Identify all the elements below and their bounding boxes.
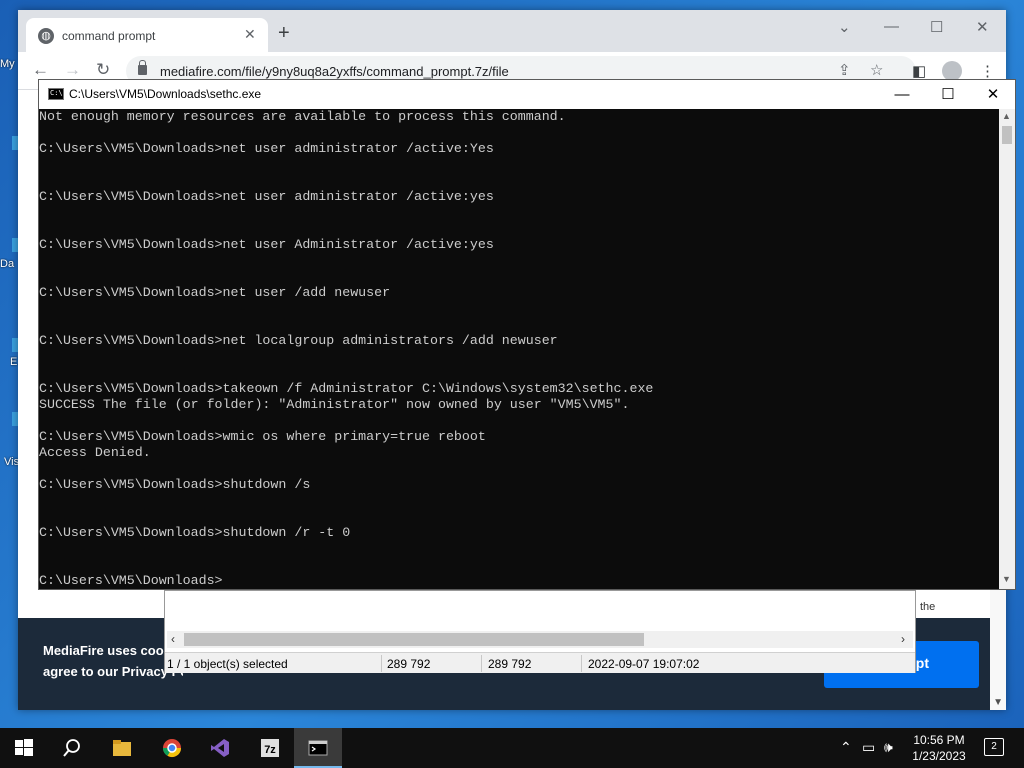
status-separator [481,655,482,672]
console-line: SUCCESS The file (or folder): "Administr… [39,397,630,412]
command-prompt-icon [308,740,328,756]
console-line: C:\Users\VM5\Downloads>shutdown /r -t 0 [39,525,351,540]
maximize-button[interactable]: ☐ [930,18,943,36]
console-line: C:\Users\VM5\Downloads>shutdown /s [39,477,311,492]
console-line: Not enough memory resources are availabl… [39,109,566,124]
scroll-up-arrow-icon[interactable]: ▲ [1002,111,1011,121]
command-prompt-icon[interactable]: C:\ [48,88,64,100]
status-packed-size: 289 792 [488,657,532,671]
tab-search-icon[interactable]: ⌄ [838,18,851,36]
command-prompt-button[interactable] [294,728,342,768]
start-button[interactable] [0,728,48,768]
reload-button[interactable]: ↻ [96,61,110,79]
clock-time: 10:56 PM [913,733,965,747]
console-line: C:\Users\VM5\Downloads>net user Administ… [39,237,494,252]
menu-kebab-icon[interactable]: ⋮ [980,62,995,80]
7zip-button[interactable]: 7z [246,728,294,768]
cookie-line-2[interactable]: agree to our Privacy Policy. [43,661,183,682]
status-separator [381,655,382,672]
scroll-right-arrow-icon[interactable]: › [901,632,905,646]
console-line: C:\Users\VM5\Downloads>net user /add new… [39,285,391,300]
scroll-thumb[interactable] [1002,126,1012,144]
minimize-button[interactable]: — [884,18,899,35]
7zip-window: ‹ › 1 / 1 object(s) selected 289 792 289… [164,590,916,673]
status-modified: 2022-09-07 19:07:02 [588,657,700,671]
cookie-message: MediaFire uses cook agree to our Privacy… [43,640,183,682]
horizontal-scrollbar[interactable]: ‹ › [167,631,913,648]
svg-text:7z: 7z [264,744,276,756]
clock[interactable]: 10:56 PM 1/23/2023 [904,732,974,764]
search-button[interactable] [48,728,96,768]
status-separator [581,655,582,672]
volume-icon[interactable]: 🕪 [884,739,893,756]
scroll-thumb[interactable] [184,633,644,646]
visual-studio-button[interactable] [196,728,244,768]
vertical-scrollbar[interactable]: ▲ ▼ [999,109,1015,589]
console-line: Access Denied. [39,445,151,460]
7zip-icon: 7z [261,739,279,757]
forward-button[interactable]: → [64,61,81,79]
network-icon[interactable]: ▭ [862,739,875,756]
taskbar: 7z ⌃ ▭ 🕪 10:56 PM 1/23/2023 2 [0,728,1024,768]
maximize-button[interactable]: ☐ [925,83,971,107]
console-line: C:\Users\VM5\Downloads>net user administ… [39,189,494,204]
status-bar: 1 / 1 object(s) selected 289 792 289 792… [165,652,915,673]
windows-start-icon [15,739,33,756]
profile-avatar[interactable] [942,61,962,81]
desktop-icon-label[interactable]: My [0,58,20,70]
scroll-down-arrow-icon[interactable]: ▼ [1002,574,1011,584]
url-text[interactable]: mediafire.com/file/y9ny8uq8a2yxffs/comma… [160,64,509,79]
console-line: C:\Users\VM5\Downloads>net user administ… [39,141,494,156]
search-icon [63,739,80,757]
cookie-line-1: MediaFire uses cook [43,643,171,658]
clock-date: 1/23/2023 [912,749,966,763]
notification-center-icon[interactable]: 2 [984,738,1004,756]
bookmark-star-icon[interactable]: ☆ [870,61,883,79]
console-line: C:\Users\VM5\Downloads>wmic os where pri… [39,429,486,444]
page-text: the [920,601,936,613]
scroll-down-arrow-icon[interactable]: ▼ [993,697,1003,708]
file-explorer-button[interactable] [98,728,146,768]
browser-tab[interactable]: ◍ command prompt ✕ [26,18,268,52]
chrome-icon [163,739,181,758]
cmd-title: C:\Users\VM5\Downloads\sethc.exe [69,87,262,101]
close-button[interactable]: ✕ [976,18,989,36]
tab-strip: ◍ command prompt ✕ + ⌄ — ☐ ✕ [18,10,1006,52]
back-button[interactable]: ← [32,61,49,79]
cmd-title-bar[interactable]: C:\ C:\Users\VM5\Downloads\sethc.exe — ☐… [39,80,1015,109]
tab-close-icon[interactable]: ✕ [244,26,256,43]
tab-title: command prompt [62,29,156,43]
chrome-button[interactable] [148,728,196,768]
console-line: C:\Users\VM5\Downloads>net localgroup ad… [39,333,558,348]
show-hidden-icons-chevron-icon[interactable]: ⌃ [840,739,852,756]
console-line: C:\Users\VM5\Downloads> [39,573,223,588]
side-panel-icon[interactable]: ◧ [912,62,926,80]
desktop-icon-label[interactable]: Da [0,258,20,270]
status-selection: 1 / 1 object(s) selected [167,657,288,671]
visual-studio-icon [211,739,229,757]
globe-icon: ◍ [38,28,54,44]
close-button[interactable]: ✕ [970,83,1016,107]
console-line: C:\Users\VM5\Downloads>takeown /f Admini… [39,381,654,396]
console-output[interactable]: Not enough memory resources are availabl… [39,109,999,589]
status-size: 289 792 [387,657,431,671]
file-explorer-icon [113,740,131,756]
lock-icon[interactable] [138,60,147,75]
command-prompt-window: C:\ C:\Users\VM5\Downloads\sethc.exe — ☐… [38,79,1016,590]
scroll-left-arrow-icon[interactable]: ‹ [171,632,175,646]
share-icon[interactable]: ⇪ [838,61,851,79]
new-tab-button[interactable]: + [278,23,290,43]
minimize-button[interactable]: — [879,83,925,107]
